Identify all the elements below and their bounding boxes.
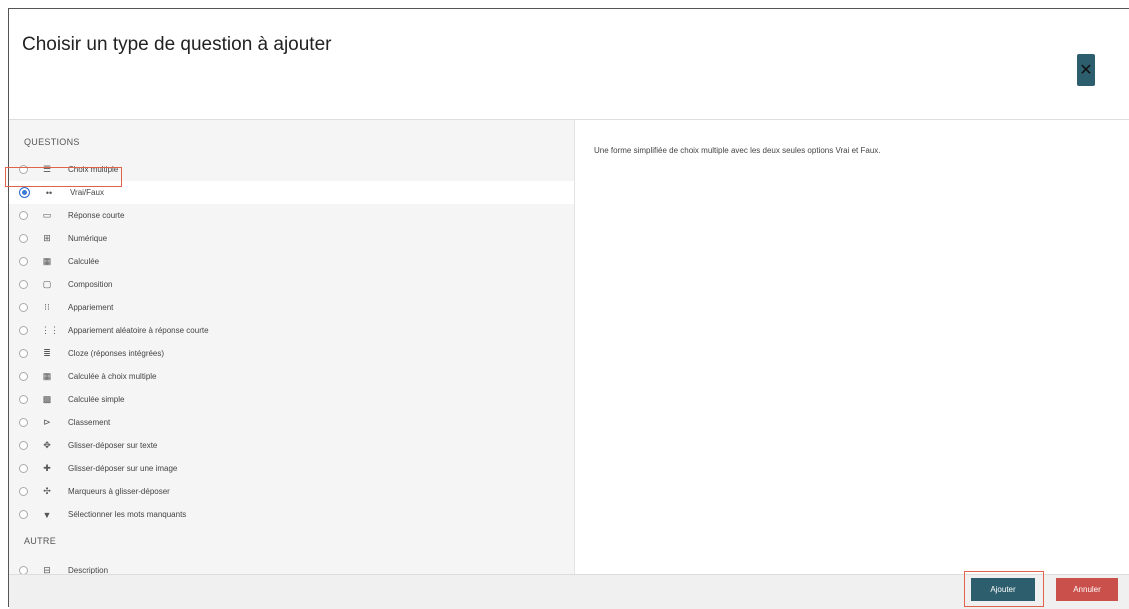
question-type-list: QUESTIONS ☰ Choix multiple •• Vrai/Faux ▭ Rép… <box>9 120 575 575</box>
description-panel: Une forme simplifiée de choix multiple a… <box>575 120 1129 574</box>
question-type-label: Composition <box>68 280 113 289</box>
essay-icon: ▢ <box>42 279 52 289</box>
question-type-row[interactable]: ✥ Glisser-déposer sur texte <box>9 434 574 457</box>
question-type-label: Vrai/Faux <box>70 188 104 197</box>
question-type-row[interactable]: ▢ Composition <box>9 273 574 296</box>
question-type-label: Calculée à choix multiple <box>68 372 157 381</box>
numeric-icon: ⊞ <box>43 233 51 243</box>
question-type-radio[interactable] <box>19 211 28 220</box>
question-type-label: Glisser-déposer sur une image <box>68 464 178 473</box>
dialog-title: Choisir un type de question à ajouter <box>22 34 332 55</box>
question-type-row[interactable]: •• Vrai/Faux <box>9 181 574 204</box>
close-button[interactable]: ✕ <box>1077 54 1095 86</box>
question-type-label: Réponse courte <box>68 211 125 220</box>
ordering-icon: ⊳ <box>43 417 51 427</box>
section-label-questions: QUESTIONS <box>24 137 80 147</box>
question-type-label: Appariement <box>68 303 114 312</box>
calculated-icon: ▦ <box>42 256 52 266</box>
question-type-label: Glisser-déposer sur texte <box>68 441 158 450</box>
question-type-row[interactable]: ⊞ Numérique <box>9 227 574 250</box>
question-type-radio[interactable] <box>19 280 28 289</box>
short-answer-icon: ▭ <box>42 210 52 220</box>
drag-markers-icon: ✣ <box>43 486 51 496</box>
section-label-other: AUTRE <box>24 536 57 546</box>
question-type-radio[interactable] <box>19 234 28 243</box>
question-type-label: Cloze (réponses intégrées) <box>68 349 165 358</box>
question-type-radio[interactable] <box>19 257 28 266</box>
cloze-icon: ≣ <box>43 348 51 358</box>
question-type-row[interactable]: ▼ Sélectionner les mots manquants <box>9 503 574 526</box>
dialog-header: Choisir un type de question à ajouter ✕ <box>9 9 1129 120</box>
close-icon: ✕ <box>1079 62 1093 79</box>
question-type-row[interactable]: ☰ Choix multiple <box>9 158 574 181</box>
question-type-radio[interactable] <box>19 187 30 198</box>
question-type-label: Classement <box>68 418 111 427</box>
select-missing-icon: ▼ <box>42 509 52 520</box>
question-type-radio[interactable] <box>19 395 28 404</box>
question-type-label: Numérique <box>68 234 108 243</box>
drag-text-icon: ✥ <box>43 440 51 450</box>
list-icon: ☰ <box>42 164 52 174</box>
question-type-description: Une forme simplifiée de choix multiple a… <box>594 146 881 155</box>
dots-icon: •• <box>45 187 53 198</box>
question-type-row[interactable]: ⊳ Classement <box>9 411 574 434</box>
calc-simple-icon: ▩ <box>42 394 52 404</box>
question-type-radio[interactable] <box>19 464 28 473</box>
random-matching-icon: ⋮⋮ <box>41 325 59 335</box>
question-type-label: Appariement aléatoire à réponse courte <box>68 326 209 335</box>
question-type-label: Calculée simple <box>68 395 125 404</box>
calc-multichoice-icon: ▦ <box>42 371 52 381</box>
question-type-radio[interactable] <box>19 487 28 496</box>
question-type-radio[interactable] <box>19 303 28 312</box>
question-type-radio[interactable] <box>19 326 28 335</box>
question-type-label: Calculée <box>68 257 100 266</box>
question-type-row[interactable]: ✣ Marqueurs à glisser-déposer <box>9 480 574 503</box>
drag-image-icon: ✚ <box>43 463 51 473</box>
question-type-radio[interactable] <box>19 165 28 174</box>
dialog-footer <box>9 574 1129 609</box>
question-type-row[interactable]: ▦ Calculée à choix multiple <box>9 365 574 388</box>
question-type-label: Marqueurs à glisser-déposer <box>68 487 170 496</box>
question-type-label: Sélectionner les mots manquants <box>68 510 187 519</box>
question-type-row[interactable]: ▦ Calculée <box>9 250 574 273</box>
question-type-radio[interactable] <box>19 372 28 381</box>
matching-icon: ⁝⁝ <box>44 302 50 312</box>
question-type-row[interactable]: ≣ Cloze (réponses intégrées) <box>9 342 574 365</box>
question-type-row[interactable]: ▩ Calculée simple <box>9 388 574 411</box>
question-type-row[interactable]: ⁝⁝ Appariement <box>9 296 574 319</box>
question-type-row[interactable]: ⋮⋮ Appariement aléatoire à réponse courte <box>9 319 574 342</box>
cancel-button[interactable]: Annuler <box>1056 578 1118 601</box>
question-type-radio[interactable] <box>19 510 28 519</box>
question-type-row[interactable]: ✚ Glisser-déposer sur une image <box>9 457 574 480</box>
question-type-radio[interactable] <box>19 349 28 358</box>
add-button[interactable]: Ajouter <box>971 578 1035 601</box>
question-type-radio[interactable] <box>19 418 28 427</box>
question-type-label: Choix multiple <box>68 165 119 174</box>
question-type-row[interactable]: ▭ Réponse courte <box>9 204 574 227</box>
question-type-dialog: Choisir un type de question à ajouter ✕ … <box>8 8 1129 609</box>
question-type-radio[interactable] <box>19 441 28 450</box>
